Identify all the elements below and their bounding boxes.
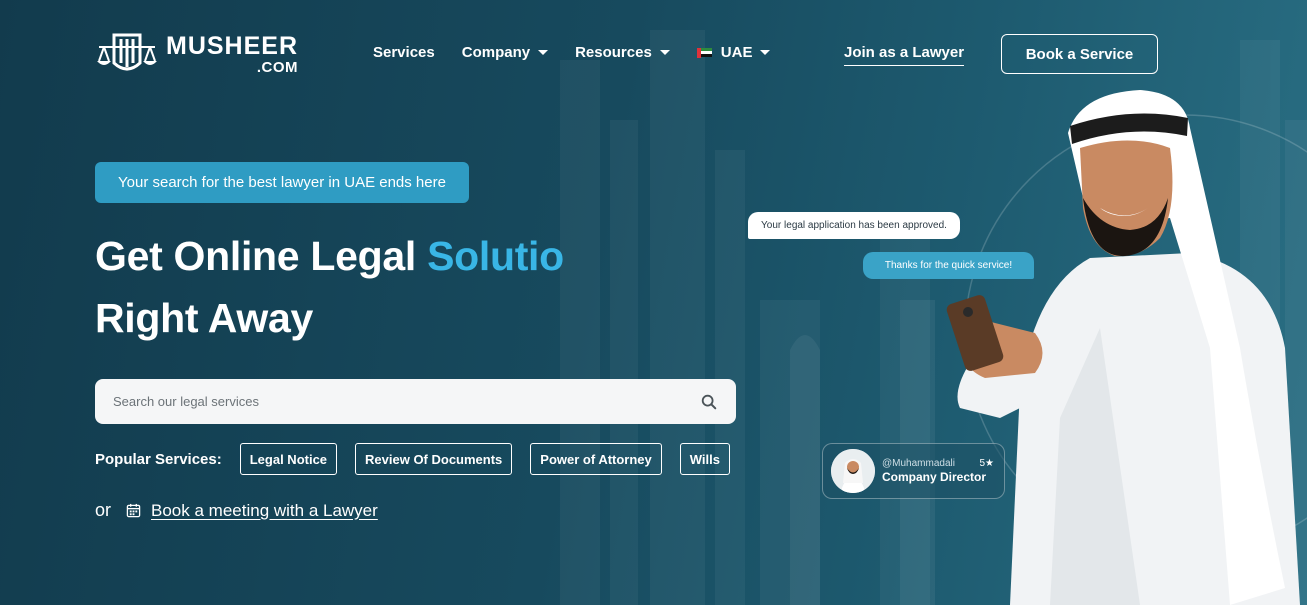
nav-item-company[interactable]: Company: [461, 44, 549, 61]
service-chip-power-of-attorney[interactable]: Power of Attorney: [530, 443, 662, 475]
search-input[interactable]: [113, 394, 700, 409]
chevron-down-icon: [538, 50, 549, 55]
hero-title-accent: Solutio: [427, 233, 564, 279]
brand-name: MUSHEER: [166, 31, 299, 60]
brand-domain: .COM: [256, 58, 299, 76]
popular-services-label: Popular Services:: [95, 450, 222, 468]
chevron-down-icon: [659, 50, 670, 55]
hero-person-illustration: [946, 90, 1300, 605]
nav-item-region[interactable]: UAE: [696, 44, 771, 61]
search-icon[interactable]: [700, 393, 718, 411]
or-text: or: [95, 500, 112, 520]
hero-title-prefix: Get Online Legal: [95, 233, 428, 279]
hero-title: Get Online Legal Solutio Right Away: [95, 225, 564, 349]
book-meeting-link[interactable]: Book a meeting with a Lawyer: [151, 501, 378, 521]
chat-bubble-outgoing: Thanks for the quick service!: [863, 252, 1034, 279]
service-chip-review-documents[interactable]: Review Of Documents: [355, 443, 513, 475]
book-meeting-row: or Book a meeting with a Lawyer: [95, 500, 378, 521]
service-chip-legal-notice[interactable]: Legal Notice: [239, 443, 338, 475]
join-as-lawyer-link[interactable]: Join as a Lawyer: [844, 44, 965, 66]
popular-services: Popular Services: Legal Notice Review Of…: [95, 443, 748, 475]
search-bar: [95, 379, 736, 424]
avatar: [831, 449, 875, 493]
nav-item-label: UAE: [720, 44, 753, 61]
review-rating: 5★: [979, 458, 994, 469]
landing-page: MUSHEER .COM Services Company Resources …: [0, 0, 1307, 605]
main-nav: Services Company Resources UAE: [373, 44, 797, 61]
book-service-button[interactable]: Book a Service: [1001, 34, 1158, 74]
uae-flag-icon: [696, 47, 712, 58]
scales-of-justice-icon: [97, 33, 157, 71]
chat-bubble-incoming: Your legal application has been approved…: [748, 212, 960, 239]
service-chip-wills[interactable]: Wills: [679, 443, 731, 475]
calendar-icon: [126, 503, 141, 518]
nav-item-label: Resources: [575, 44, 652, 61]
review-card: @Muhammadali Company Director 5★: [822, 443, 1005, 499]
chevron-down-icon: [760, 50, 771, 55]
hero-title-line2: Right Away: [95, 295, 313, 341]
hero-tagline-badge: Your search for the best lawyer in UAE e…: [95, 162, 469, 203]
nav-item-resources[interactable]: Resources: [575, 44, 670, 61]
nav-item-label: Company: [461, 44, 531, 61]
brand-logo[interactable]: MUSHEER .COM: [96, 29, 298, 79]
nav-item-services[interactable]: Services: [373, 44, 435, 61]
review-role: Company Director: [882, 470, 987, 484]
nav-item-label: Services: [373, 44, 435, 61]
